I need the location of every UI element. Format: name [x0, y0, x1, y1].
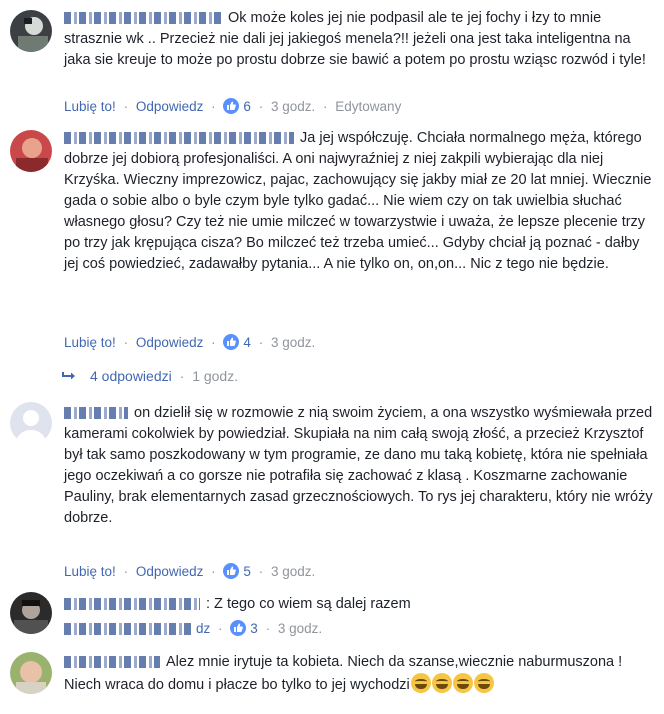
comment-actions: Lubię to! · Odpowiedz · 5 · 3 godz.: [64, 563, 316, 579]
replies-count[interactable]: 4 odpowiedzi: [90, 368, 172, 384]
author-name[interactable]: [64, 132, 294, 145]
avatar[interactable]: [10, 592, 52, 634]
like-button[interactable]: Lubię to!: [64, 564, 116, 579]
grin-emoji-icon: [410, 673, 431, 693]
comment-text: : Z tego co wiem są dalej razem: [206, 596, 411, 612]
author-name[interactable]: [64, 598, 200, 611]
reply-button[interactable]: Odpowiedz: [136, 564, 204, 579]
author-name[interactable]: [64, 12, 222, 25]
replies-time[interactable]: 1 godz.: [192, 368, 238, 384]
like-count[interactable]: 5: [243, 564, 251, 579]
like-count[interactable]: 3: [250, 621, 258, 636]
avatar[interactable]: [10, 402, 52, 444]
timestamp[interactable]: 3 godz.: [271, 335, 315, 350]
comment-text: Ja jej współczuję. Chciała normalnego mę…: [64, 130, 652, 272]
view-replies[interactable]: 4 odpowiedzi · 1 godz.: [62, 368, 238, 384]
author-name-suffix[interactable]: dz: [196, 621, 210, 636]
timestamp[interactable]: 3 godz.: [271, 99, 315, 114]
timestamp[interactable]: 3 godz.: [271, 564, 315, 579]
like-count[interactable]: 4: [243, 335, 251, 350]
like-button[interactable]: Lubię to!: [64, 99, 116, 114]
grin-emoji-icon: [452, 673, 473, 693]
author-name[interactable]: [64, 407, 128, 420]
avatar[interactable]: [10, 10, 52, 52]
reply-arrow-icon: [62, 368, 76, 384]
reply-button[interactable]: Odpowiedz: [136, 335, 204, 350]
edited-label[interactable]: Edytowany: [335, 99, 401, 114]
comment-actions: Lubię to! · Odpowiedz · 6 · 3 godz. · Ed…: [64, 98, 402, 114]
comment-actions: Lubię to! · Odpowiedz · 4 · 3 godz.: [64, 334, 316, 350]
comment-text: on dzielił się w rozmowie z nią swoim ży…: [64, 405, 653, 526]
like-button[interactable]: Lubię to!: [64, 335, 116, 350]
like-count[interactable]: 6: [243, 99, 251, 114]
like-icon: [223, 563, 240, 579]
reply-button[interactable]: Odpowiedz: [136, 99, 204, 114]
grin-emoji-icon: [473, 673, 494, 693]
like-icon: [223, 98, 240, 114]
like-icon: [230, 620, 247, 636]
timestamp[interactable]: 3 godz.: [278, 621, 322, 636]
comment-actions: dz · 3 · 3 godz.: [64, 620, 322, 636]
like-icon: [223, 334, 240, 350]
author-name-line[interactable]: [64, 623, 194, 636]
avatar[interactable]: [10, 130, 52, 172]
avatar[interactable]: [10, 652, 52, 694]
grin-emoji-icon: [431, 673, 452, 693]
author-name[interactable]: [64, 656, 160, 669]
